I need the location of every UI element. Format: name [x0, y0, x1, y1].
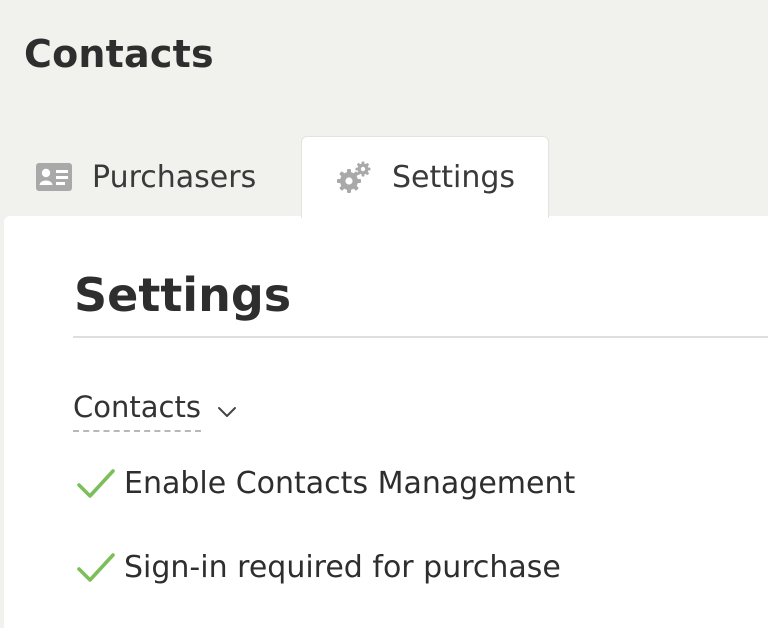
page-title: Contacts: [24, 32, 214, 76]
option-label: Enable Contacts Management: [124, 466, 576, 501]
option-label: Sign-in required for purchase: [124, 550, 561, 585]
contacts-dropdown[interactable]: Contacts: [73, 390, 237, 432]
gears-icon: [336, 160, 372, 196]
dropdown-label: Contacts: [73, 390, 201, 432]
option-enable-contacts[interactable]: Enable Contacts Management: [76, 466, 575, 501]
tab-settings-label: Settings: [392, 160, 516, 195]
checkmark-icon: [76, 552, 116, 584]
tab-purchasers-label: Purchasers: [92, 159, 257, 195]
chevron-down-icon: [217, 406, 237, 418]
checkmark-icon: [76, 468, 116, 500]
section-title: Settings: [74, 268, 292, 322]
tab-purchasers[interactable]: Purchasers: [36, 136, 298, 218]
option-signin-required[interactable]: Sign-in required for purchase: [76, 550, 561, 585]
contact-card-icon: [36, 163, 72, 191]
divider: [73, 336, 768, 338]
tab-settings[interactable]: Settings: [301, 136, 549, 218]
tab-bar: Purchasers Settings: [0, 136, 768, 218]
settings-panel: Settings Contacts Enable Contacts Manage…: [4, 216, 768, 628]
